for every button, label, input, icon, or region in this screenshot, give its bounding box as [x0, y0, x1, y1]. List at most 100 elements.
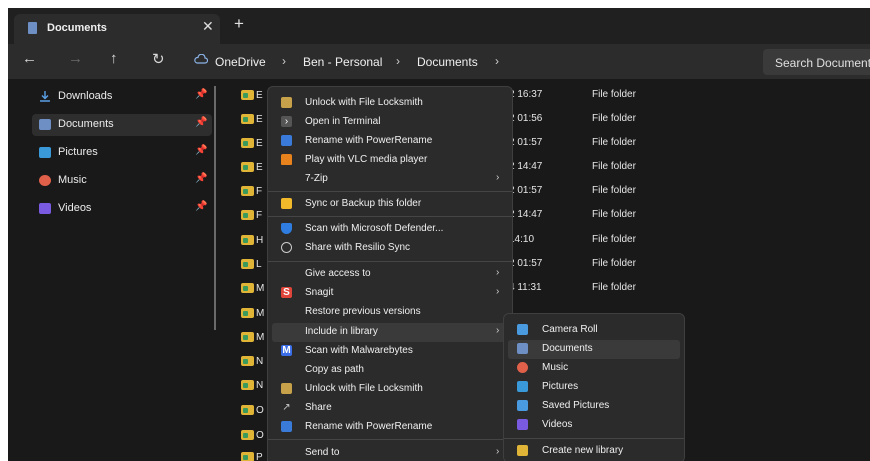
submenu-item-pictures[interactable]: Pictures	[508, 378, 680, 397]
file-date: 2 01:57	[509, 185, 543, 196]
file-type: File folder	[592, 185, 636, 196]
menu-item-label: Share with Resilio Sync	[305, 242, 411, 253]
sidebar-item-videos[interactable]: Videos 📌	[32, 198, 212, 220]
menu-item-label: Rename with PowerRename	[305, 421, 433, 432]
menu-separator	[268, 216, 512, 217]
sidebar-item-downloads[interactable]: Downloads 📌	[32, 86, 212, 108]
defender-icon	[281, 223, 292, 234]
submenu-item-music[interactable]: Music	[508, 359, 680, 378]
file-date: 2 01:56	[509, 113, 543, 124]
menu-item-rename-powerrename-2[interactable]: Rename with PowerRename	[268, 418, 512, 437]
up-button[interactable]: ↑	[110, 50, 118, 67]
file-name: L	[256, 259, 262, 270]
sidebar-item-documents[interactable]: Documents 📌	[32, 114, 212, 136]
file-name: E	[256, 138, 263, 149]
menu-item-rename-powerrename[interactable]: Rename with PowerRename	[268, 132, 512, 151]
breadcrumb-separator[interactable]: ›	[282, 54, 286, 68]
new-tab-button[interactable]: +	[234, 14, 244, 34]
menu-item-sync-backup[interactable]: Sync or Backup this folder	[268, 195, 512, 214]
submenu-item-saved-pictures[interactable]: Saved Pictures	[508, 397, 680, 416]
menu-item-unlock-locksmith-2[interactable]: Unlock with File Locksmith	[268, 380, 512, 399]
submenu-item-label: Saved Pictures	[542, 400, 610, 411]
videos-icon	[39, 203, 51, 214]
menu-item-send-to[interactable]: Send to ›	[268, 444, 512, 461]
address-bar[interactable]: OneDrive › Ben - Personal › Documents ›	[186, 50, 756, 74]
breadcrumb-onedrive[interactable]: OneDrive	[215, 55, 266, 69]
navigation-bar: ← → ↑ ↻ OneDrive › Ben - Personal › Docu…	[8, 44, 870, 79]
folder-icon	[241, 235, 254, 245]
pane-splitter[interactable]	[214, 86, 216, 330]
breadcrumb-ben-personal[interactable]: Ben - Personal	[303, 55, 382, 69]
menu-item-open-terminal[interactable]: › Open in Terminal	[268, 113, 512, 132]
breadcrumb-separator[interactable]: ›	[396, 54, 400, 68]
folder-icon	[241, 332, 254, 342]
breadcrumb-documents[interactable]: Documents	[417, 55, 478, 69]
menu-item-include-library[interactable]: Include in library ›	[272, 323, 508, 342]
file-type: File folder	[592, 282, 636, 293]
submenu-item-label: Pictures	[542, 381, 579, 392]
menu-item-share[interactable]: ↗ Share	[268, 399, 512, 418]
folder-icon	[241, 138, 254, 148]
back-button[interactable]: ←	[22, 50, 37, 67]
menu-item-share-resilio[interactable]: Share with Resilio Sync	[268, 239, 512, 258]
file-name: F	[256, 210, 263, 221]
menu-item-label: Unlock with File Locksmith	[305, 383, 423, 394]
library-submenu: Camera Roll Documents Music Pictures Sav…	[503, 313, 685, 461]
menu-item-7zip[interactable]: 7-Zip ›	[268, 170, 512, 189]
menu-item-restore-versions[interactable]: Restore previous versions	[268, 303, 512, 322]
file-name: E	[256, 90, 263, 101]
sidebar-item-pictures[interactable]: Pictures 📌	[32, 142, 212, 164]
file-name: P	[256, 452, 263, 461]
menu-item-label: Copy as path	[305, 364, 364, 375]
google-drive-icon	[281, 198, 292, 209]
videos-icon	[517, 419, 528, 430]
menu-item-snagit[interactable]: S Snagit ›	[268, 284, 512, 303]
folder-icon	[241, 90, 254, 100]
menu-item-give-access[interactable]: Give access to ›	[268, 265, 512, 284]
menu-separator	[268, 191, 512, 192]
refresh-button[interactable]: ↻	[152, 50, 165, 68]
menu-item-label: Scan with Microsoft Defender...	[305, 223, 444, 234]
menu-item-play-vlc[interactable]: Play with VLC media player	[268, 151, 512, 170]
file-date: 2 16:37	[509, 89, 543, 100]
pin-icon: 📌	[195, 89, 208, 100]
sidebar-item-label: Documents	[58, 118, 114, 130]
menu-item-label: Scan with Malwarebytes	[305, 345, 413, 356]
chevron-right-icon: ›	[496, 325, 500, 336]
submenu-item-documents[interactable]: Documents	[508, 340, 680, 359]
documents-icon	[39, 119, 51, 130]
submenu-item-videos[interactable]: Videos	[508, 416, 680, 435]
file-type: File folder	[592, 161, 636, 172]
close-tab-button[interactable]: ✕	[202, 18, 214, 35]
sidebar-item-music[interactable]: Music 📌	[32, 170, 212, 192]
share-icon: ↗	[282, 402, 291, 413]
submenu-item-create-library[interactable]: Create new library	[508, 442, 680, 461]
menu-item-label: Send to	[305, 447, 340, 458]
snagit-icon: S	[281, 287, 292, 298]
file-name: N	[256, 380, 264, 391]
folder-icon	[241, 186, 254, 196]
file-type: File folder	[592, 89, 636, 100]
menu-item-scan-defender[interactable]: Scan with Microsoft Defender...	[268, 220, 512, 239]
powerrename-icon	[281, 135, 292, 146]
menu-item-copy-path[interactable]: Copy as path	[268, 361, 512, 380]
file-type: File folder	[592, 209, 636, 220]
menu-item-scan-malwarebytes[interactable]: M Scan with Malwarebytes	[268, 342, 512, 361]
submenu-item-camera-roll[interactable]: Camera Roll	[508, 321, 680, 340]
search-input[interactable]: Search Documents	[763, 49, 870, 75]
folder-icon	[241, 114, 254, 124]
menu-item-label: Play with VLC media player	[305, 154, 428, 165]
breadcrumb-separator[interactable]: ›	[495, 54, 499, 68]
pictures-icon	[39, 147, 51, 158]
vlc-icon	[281, 154, 292, 165]
lock-icon	[281, 383, 292, 394]
tab-bar: Documents ✕ +	[8, 8, 870, 44]
file-explorer-window: Documents ✕ + ← → ↑ ↻ OneDrive › Ben - P…	[8, 8, 870, 461]
folder-icon	[241, 380, 254, 390]
file-name: M	[256, 308, 265, 319]
file-date: 2 01:57	[509, 137, 543, 148]
tab-title: Documents	[47, 22, 107, 34]
forward-button[interactable]: →	[68, 50, 83, 67]
menu-item-unlock-locksmith[interactable]: Unlock with File Locksmith	[268, 94, 512, 113]
tab-documents[interactable]: Documents ✕	[14, 14, 220, 44]
